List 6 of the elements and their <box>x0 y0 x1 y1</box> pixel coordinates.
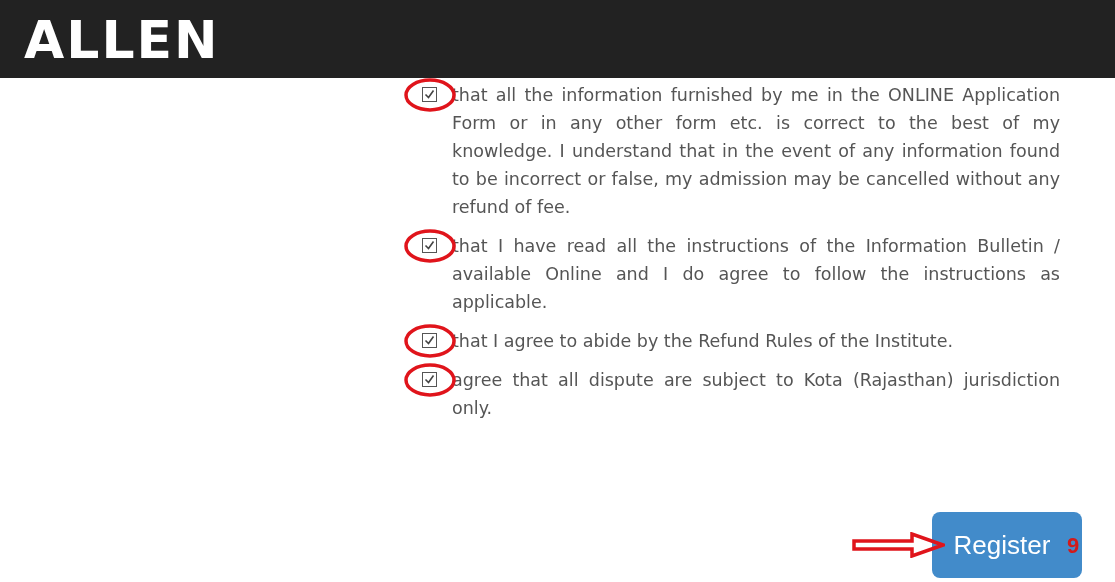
checkbox[interactable] <box>422 372 437 387</box>
checkbox[interactable] <box>422 333 437 348</box>
checkbox[interactable] <box>422 238 437 253</box>
checkbox[interactable] <box>422 87 437 102</box>
step-number: 9 <box>1067 535 1080 557</box>
logo: ALLEN <box>24 14 220 66</box>
